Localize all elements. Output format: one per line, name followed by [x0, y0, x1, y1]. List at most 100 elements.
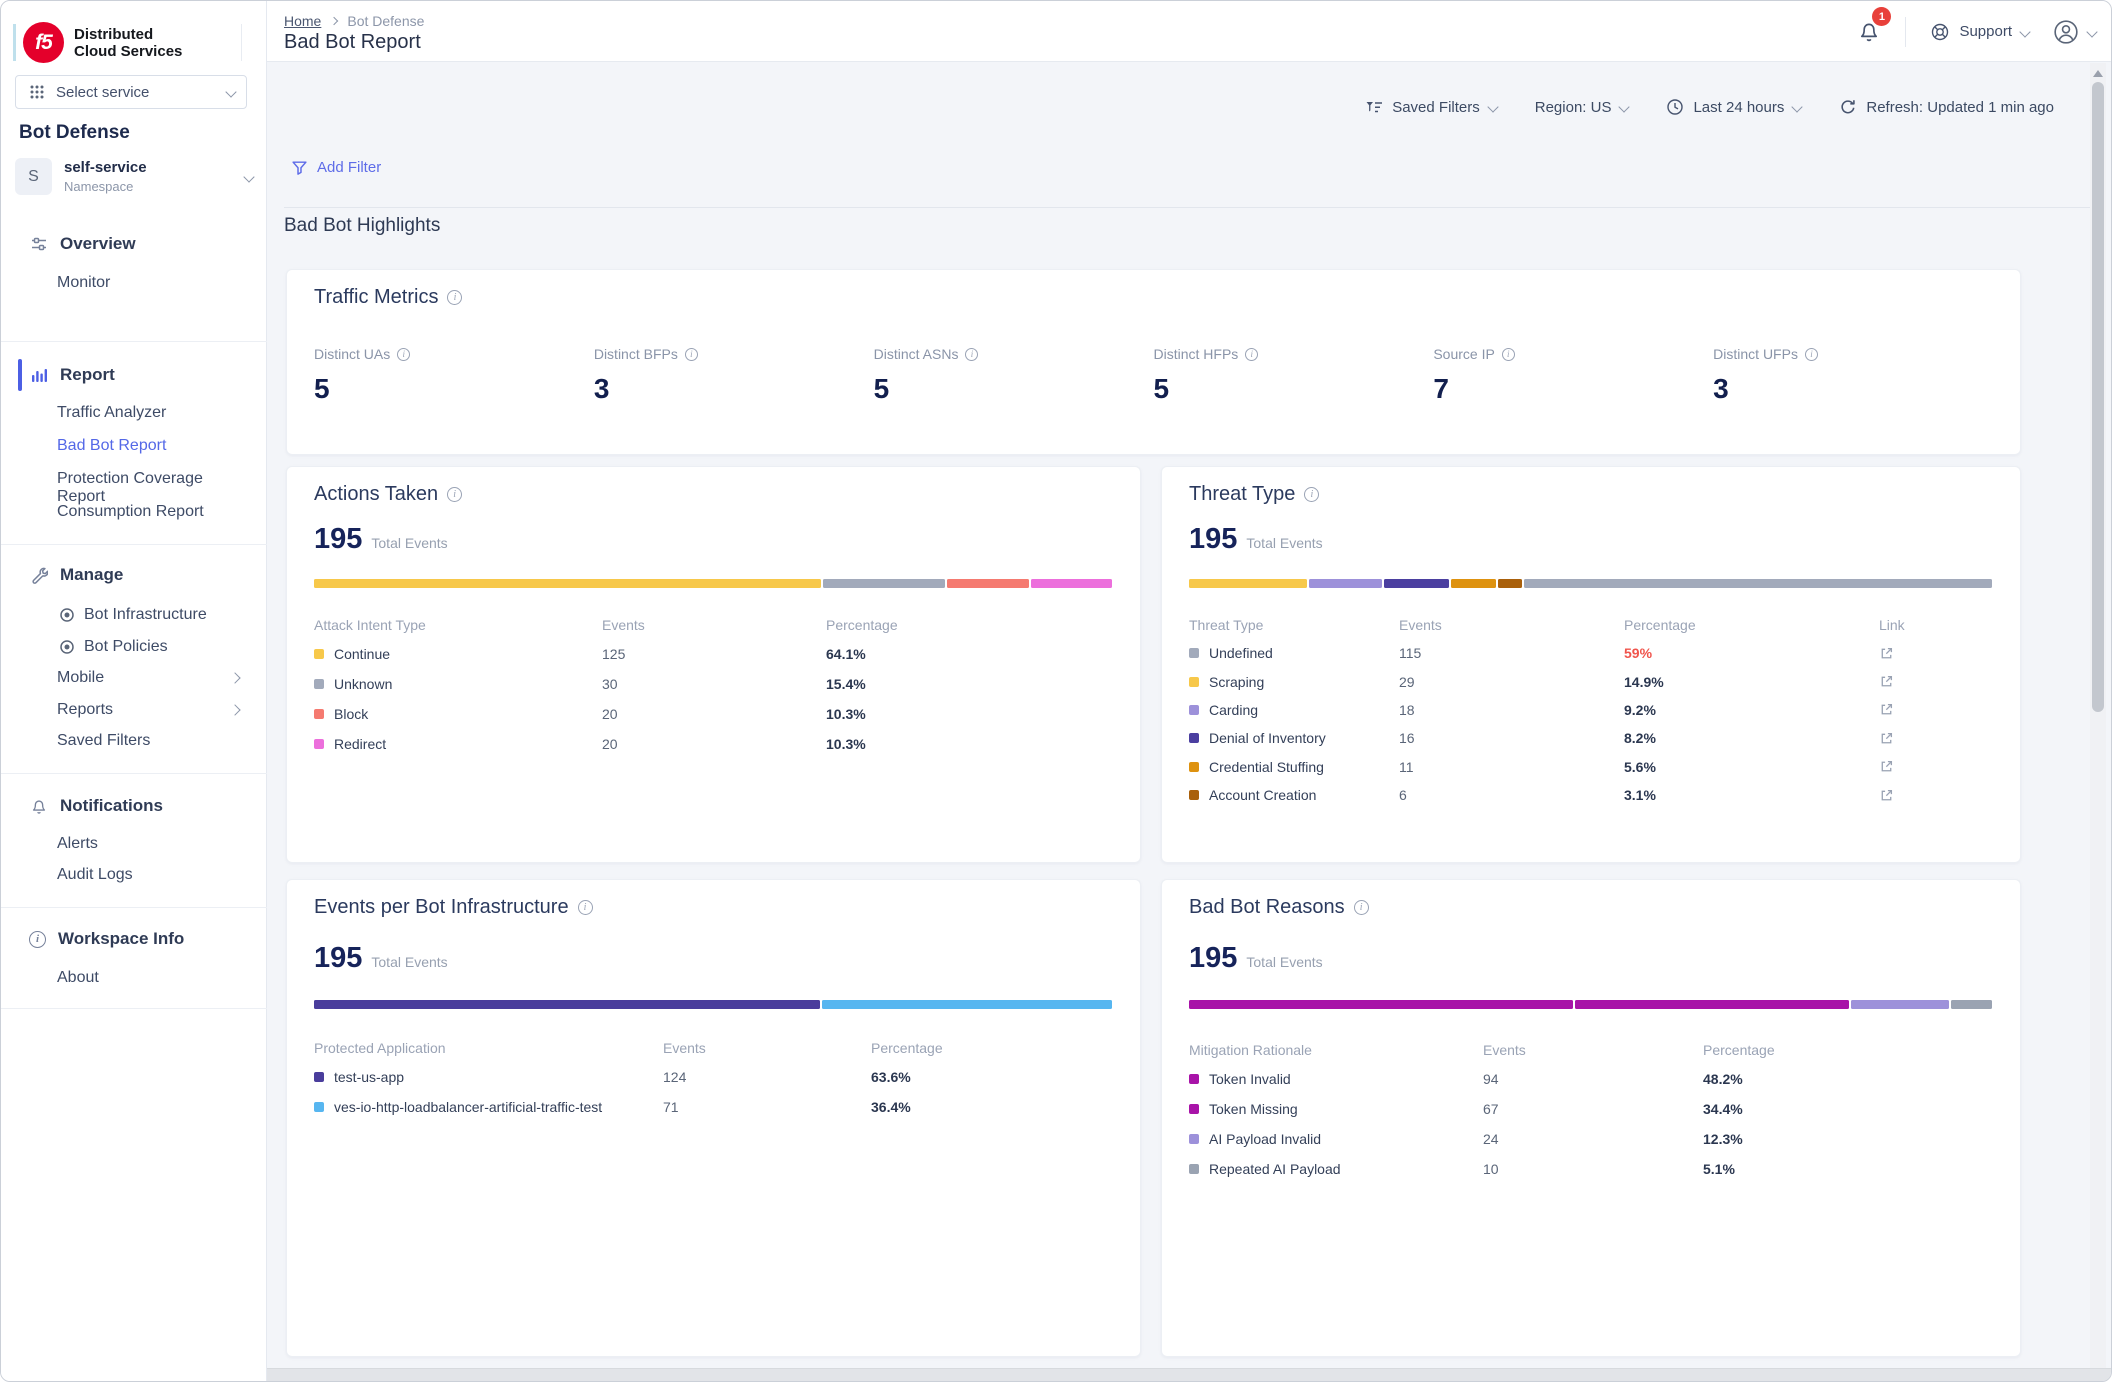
sidebar-item-audit-logs[interactable]: Audit Logs: [57, 866, 253, 884]
sidebar-item-saved-filters[interactable]: Saved Filters: [57, 732, 253, 750]
external-link-button[interactable]: [1879, 788, 1992, 803]
legend-chip: [1189, 790, 1199, 800]
saved-filters-dropdown[interactable]: Saved Filters: [1365, 99, 1497, 116]
stacked-bar: [1189, 1000, 1992, 1009]
namespace-selector[interactable]: S self-service Namespace: [15, 158, 253, 195]
bar-chart-icon: [29, 366, 48, 385]
bar-segment: [1309, 579, 1382, 588]
sidebar-item-about[interactable]: About: [57, 969, 253, 987]
sidebar-section-manage[interactable]: Manage: [29, 565, 241, 585]
info-icon[interactable]: [1304, 487, 1319, 502]
notifications-bell-button[interactable]: 1: [1857, 15, 1881, 48]
sidebar-item-reports[interactable]: Reports: [57, 701, 253, 719]
scroll-up-arrow-icon[interactable]: [2093, 70, 2103, 77]
section-title: Bad Bot Highlights: [284, 215, 440, 237]
info-icon[interactable]: [965, 348, 978, 361]
metric-value: 5: [314, 373, 594, 405]
horizontal-scrollbar[interactable]: [267, 1368, 2111, 1381]
table-header: Threat TypeEventsPercentageLink: [1189, 611, 1992, 639]
sidebar-item-bad-bot-report[interactable]: Bad Bot Report: [57, 437, 253, 455]
region-dropdown[interactable]: Region: US: [1535, 99, 1629, 116]
external-link-button[interactable]: [1879, 674, 1992, 689]
info-icon[interactable]: [397, 348, 410, 361]
refresh-button[interactable]: Refresh: Updated 1 min ago: [1839, 98, 2054, 116]
time-range-dropdown[interactable]: Last 24 hours: [1666, 98, 1801, 116]
external-link-button[interactable]: [1879, 646, 1992, 661]
bar-segment: [314, 579, 821, 588]
legend-chip: [314, 649, 324, 659]
brand-logo: f5 Distributed Cloud Services: [23, 22, 182, 63]
sidebar-divider: [1, 907, 267, 908]
support-menu-button[interactable]: Support: [1930, 22, 2029, 42]
bar-segment: [1384, 579, 1449, 588]
panel-title: Threat Type: [1189, 483, 1319, 506]
external-link-button[interactable]: [1879, 731, 1992, 746]
info-icon[interactable]: [685, 348, 698, 361]
metric-value: 7: [1433, 373, 1713, 405]
saved-filters-label: Saved Filters: [1392, 99, 1480, 116]
stacked-bar: [1189, 579, 1992, 588]
info-icon[interactable]: [447, 290, 462, 305]
metric-value: 5: [874, 373, 1154, 405]
sidebar-item-traffic-analyzer[interactable]: Traffic Analyzer: [57, 404, 253, 422]
lifebuoy-icon: [1930, 22, 1950, 42]
namespace-avatar: S: [15, 158, 52, 195]
sidebar-item-bot-infrastructure[interactable]: Bot Infrastructure: [57, 605, 253, 624]
sidebar-section-overview[interactable]: Overview: [29, 234, 241, 254]
chevron-down-icon: [225, 86, 236, 97]
add-filter-label: Add Filter: [317, 159, 381, 176]
table-row: Redirect 20 10.3%: [314, 729, 1112, 759]
metric: Distinct UAs 5: [314, 346, 594, 405]
info-icon[interactable]: [1354, 900, 1369, 915]
bar-segment: [822, 1000, 1112, 1009]
events-per-infrastructure-table: Protected ApplicationEventsPercentage te…: [314, 1034, 1112, 1122]
info-icon[interactable]: [1245, 348, 1258, 361]
sidebar-divider: [1, 773, 267, 774]
chevron-down-icon: [243, 171, 254, 182]
sidebar-divider: [1, 341, 267, 342]
add-filter-button[interactable]: Add Filter: [291, 153, 381, 181]
breadcrumb-home-link[interactable]: Home: [284, 13, 321, 29]
info-icon[interactable]: [1502, 348, 1515, 361]
info-icon[interactable]: [447, 487, 462, 502]
external-link-button[interactable]: [1879, 759, 1992, 774]
refresh-label: Refresh: Updated 1 min ago: [1866, 99, 2054, 116]
legend-chip: [1189, 1134, 1199, 1144]
account-menu-button[interactable]: [2053, 19, 2096, 45]
info-icon[interactable]: [578, 900, 593, 915]
sidebar-item-bot-policies[interactable]: Bot Policies: [57, 637, 253, 656]
vertical-scrollbar-thumb[interactable]: [2092, 82, 2104, 712]
threat-type-table: Threat TypeEventsPercentageLink Undefine…: [1189, 611, 1992, 809]
sidebar-item-mobile[interactable]: Mobile: [57, 669, 253, 687]
bar-segment: [1951, 1000, 1992, 1009]
clock-icon: [1666, 98, 1684, 116]
table-row: Token Missing 67 34.4%: [1189, 1094, 1992, 1124]
filter-toolbar: Saved Filters Region: US Last 24 hours: [1365, 89, 2054, 125]
table-row: Undefined 115 59%: [1189, 639, 1992, 667]
f5-logo-icon: f5: [23, 22, 64, 63]
bar-segment: [1031, 579, 1112, 588]
table-row: Continue 125 64.1%: [314, 639, 1112, 669]
top-header: Home Bot Defense Bad Bot Report 1: [267, 1, 2112, 62]
logo-divider: [241, 24, 242, 61]
table-row: AI Payload Invalid 24 12.3%: [1189, 1124, 1992, 1154]
legend-chip: [1189, 677, 1199, 687]
page-title: Bad Bot Report: [284, 31, 421, 54]
breadcrumb-current: Bot Defense: [347, 13, 424, 29]
brand-name: Distributed Cloud Services: [74, 26, 182, 60]
bar-segment: [1189, 579, 1307, 588]
sidebar-item-alerts[interactable]: Alerts: [57, 835, 253, 853]
sidebar-section-notifications[interactable]: Notifications: [29, 796, 241, 816]
sidebar-item-protection-coverage-report[interactable]: Protection Coverage Report: [57, 470, 253, 506]
sidebar-section-report[interactable]: Report: [29, 365, 241, 385]
select-service-dropdown[interactable]: Select service: [15, 75, 247, 109]
bar-segment: [1451, 579, 1495, 588]
external-link-button[interactable]: [1879, 702, 1992, 717]
sidebar-item-monitor[interactable]: Monitor: [57, 274, 253, 292]
bad-bot-reasons-panel: Bad Bot Reasons 195Total Events Mitigati…: [1161, 879, 2021, 1357]
info-icon[interactable]: [1805, 348, 1818, 361]
sidebar-item-consumption-report[interactable]: Consumption Report: [57, 503, 253, 521]
legend-chip: [1189, 1164, 1199, 1174]
sidebar-section-workspace-info[interactable]: Workspace Info: [29, 929, 241, 949]
vertical-scrollbar[interactable]: [2090, 63, 2106, 1368]
